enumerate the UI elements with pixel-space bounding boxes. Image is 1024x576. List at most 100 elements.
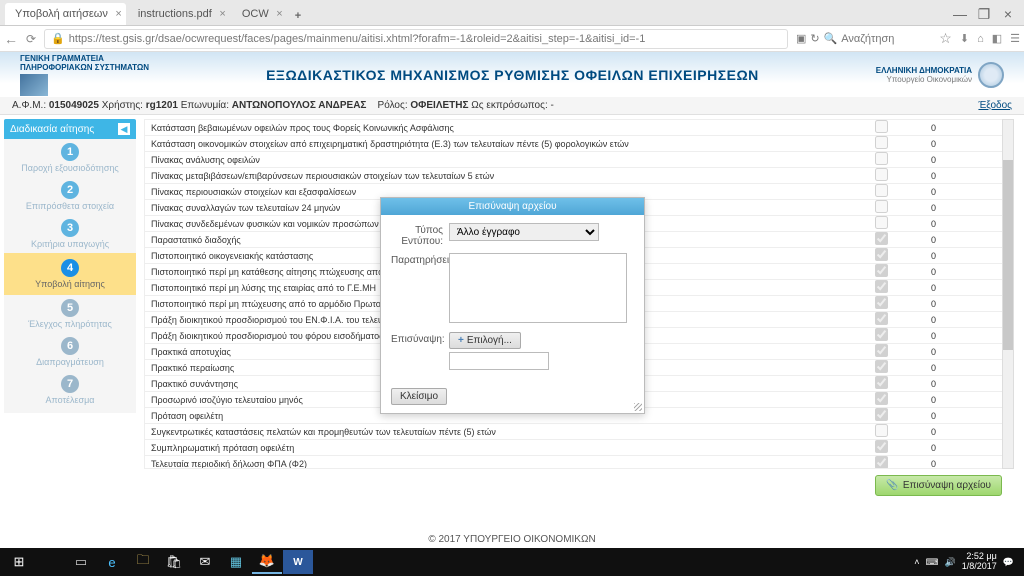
taskbar-clock[interactable]: 2:52 μμ 1/8/2017 <box>962 552 997 572</box>
row-count: 0 <box>925 171 1013 181</box>
row-label: Πίνακας ανάλυσης οφειλών <box>145 153 837 167</box>
sidebar-step-4[interactable]: 4Υποβολή αίτησης <box>4 253 136 295</box>
seal-icon <box>978 62 1004 88</box>
sidebar-collapse-button[interactable]: ◀ <box>118 123 130 135</box>
file-select-button[interactable]: Επιλογή... <box>449 332 521 349</box>
scrollbar-track[interactable] <box>1002 119 1014 469</box>
new-tab-button[interactable]: + <box>289 7 307 25</box>
start-button[interactable]: ⊞ <box>4 550 34 574</box>
selected-file-field[interactable] <box>449 352 549 370</box>
modal-title: Επισύναψη αρχείου <box>381 198 644 215</box>
cortana-icon[interactable] <box>35 550 65 574</box>
row-checkbox <box>875 200 888 213</box>
explorer-icon[interactable]: 🗀 <box>128 550 158 574</box>
browser-search-input[interactable] <box>841 33 931 45</box>
proxy-label: Ως εκπρόσωπος: <box>471 100 547 111</box>
menu-icon[interactable]: ☰ <box>1010 32 1020 45</box>
notes-textarea[interactable] <box>449 253 627 323</box>
step-label: Διαπραγμάτευση <box>6 357 134 367</box>
close-button[interactable]: Κλείσιμο <box>391 388 447 405</box>
browser-toolbar: ← ⟳ 🔒 https://test.gsis.gr/dsae/ocwreque… <box>0 26 1024 52</box>
row-label: Κατάσταση βεβαιωμένων οφειλών προς τους … <box>145 121 837 135</box>
tab-label: instructions.pdf <box>138 8 212 20</box>
table-row: Κατάσταση οικονομικών στοιχείων από επιχ… <box>145 136 1013 152</box>
windows-taskbar: ⊞ ▭ e 🗀 🛍 ✉ ▦ 🦊 W ˄ ⌨ 🔊 2:52 μμ 1/8/2017… <box>0 548 1024 576</box>
window-minimize[interactable]: — <box>948 3 972 25</box>
row-checkbox <box>875 376 888 389</box>
bookmark-icon[interactable]: ☆ <box>939 30 952 47</box>
browser-tab-3[interactable]: OCW × <box>232 3 287 25</box>
attach-icon: 📎 <box>886 480 898 491</box>
sidebar-step-1[interactable]: 1Παροχή εξουσιοδότησης <box>4 139 136 177</box>
step-label: Επιπρόσθετα στοιχεία <box>6 201 134 211</box>
reader-icon[interactable]: ▣ <box>796 32 806 45</box>
tray-up-icon[interactable]: ˄ <box>914 557 919 567</box>
mail-icon[interactable]: ✉ <box>190 550 220 574</box>
resize-grip[interactable] <box>634 403 642 411</box>
row-checkbox <box>875 456 888 469</box>
table-row: Τελευταία περιοδική δήλωση ΦΠΑ (Φ2)0 <box>145 456 1013 469</box>
store-icon[interactable]: 🛍 <box>159 550 189 574</box>
sidebar-icon[interactable]: ◧ <box>992 32 1002 45</box>
row-count: 0 <box>925 427 1013 437</box>
logo-text-bottom: ΠΛΗΡΟΦΟΡΙΑΚΩΝ ΣΥΣΤΗΜΑΤΩΝ <box>20 63 149 72</box>
sidebar-step-7[interactable]: 7Αποτέλεσμα <box>4 371 136 409</box>
row-checkbox <box>875 216 888 229</box>
attach-file-button[interactable]: 📎 Επισύναψη αρχείου <box>875 475 1002 496</box>
browser-tab-strip: Υποβολή αιτήσεων × instructions.pdf × OC… <box>0 0 1024 26</box>
step-number: 1 <box>61 143 79 161</box>
home-icon[interactable]: ⌂ <box>977 33 984 45</box>
word-icon[interactable]: W <box>283 550 313 574</box>
tray-volume-icon[interactable]: 🔊 <box>945 557 956 568</box>
row-count: 0 <box>925 331 1013 341</box>
row-count: 0 <box>925 251 1013 261</box>
row-count: 0 <box>925 315 1013 325</box>
firefox-icon[interactable]: 🦊 <box>252 550 282 574</box>
document-type-select[interactable]: Άλλo έγγραφο <box>449 223 599 241</box>
close-icon[interactable]: × <box>115 8 121 20</box>
refresh-icon[interactable]: ↻ <box>810 32 819 45</box>
logo-text-top: ΓΕΝΙΚΗ ΓΡΑΜΜΑΤΕΙΑ <box>20 54 149 63</box>
sidebar-header: Διαδικασία αίτησης ◀ <box>4 119 136 139</box>
notification-icon[interactable]: 💬 <box>1003 557 1014 568</box>
role-value: ΟΦΕΙΛΕΤΗΣ <box>410 100 468 111</box>
attach-label: Επισύναψη: <box>391 332 449 370</box>
page-title: ΕΞΩΔΙΚΑΣΤΙΚΟΣ ΜΗΧΑΝΙΣΜΟΣ ΡΥΘΜΙΣΗΣ ΟΦΕΙΛΩ… <box>266 67 759 83</box>
browser-tab-2[interactable]: instructions.pdf × <box>128 3 230 25</box>
window-close[interactable]: × <box>996 3 1020 25</box>
sidebar-title: Διαδικασία αίτησης <box>10 124 94 135</box>
address-bar[interactable]: 🔒 https://test.gsis.gr/dsae/ocwrequest/f… <box>44 29 788 49</box>
row-count: 0 <box>925 395 1013 405</box>
window-restore[interactable]: ❐ <box>972 3 996 25</box>
row-checkbox <box>875 248 888 261</box>
photos-icon[interactable]: ▦ <box>221 550 251 574</box>
tray-lang-icon[interactable]: ⌨ <box>926 557 939 568</box>
row-count: 0 <box>925 363 1013 373</box>
sidebar-step-5[interactable]: 5Έλεγχος πληρότητας <box>4 295 136 333</box>
row-checkbox <box>875 280 888 293</box>
row-checkbox <box>875 392 888 405</box>
step-label: Αποτέλεσμα <box>6 395 134 405</box>
attach-file-modal: Επισύναψη αρχείου Τύπος Εντύπου: Άλλo έγ… <box>380 197 645 414</box>
nav-reload-icon[interactable]: ⟳ <box>26 32 36 46</box>
sidebar-step-2[interactable]: 2Επιπρόσθετα στοιχεία <box>4 177 136 215</box>
browser-tab-1[interactable]: Υποβολή αιτήσεων × <box>5 3 126 25</box>
edge-icon[interactable]: e <box>97 550 127 574</box>
name-label: Επωνυμία: <box>181 100 229 111</box>
download-icon[interactable]: ⬇ <box>960 32 969 45</box>
row-count: 0 <box>925 283 1013 293</box>
row-count: 0 <box>925 155 1013 165</box>
sidebar-step-3[interactable]: 3Κριτήρια υπαγωγής <box>4 215 136 253</box>
taskview-icon[interactable]: ▭ <box>66 550 96 574</box>
type-label: Τύπος Εντύπου: <box>391 223 449 247</box>
scrollbar-thumb[interactable] <box>1003 160 1013 350</box>
step-label: Υποβολή αίτησης <box>6 279 134 289</box>
notes-label: Παρατηρήσεις: <box>391 253 449 326</box>
close-icon[interactable]: × <box>276 8 282 20</box>
sidebar-step-6[interactable]: 6Διαπραγμάτευση <box>4 333 136 371</box>
row-label: Πίνακας μεταβιβάσεων/επιβαρύνσεων περιου… <box>145 169 837 183</box>
close-icon[interactable]: × <box>219 8 225 20</box>
logout-link[interactable]: Έξοδος <box>978 100 1012 111</box>
row-checkbox <box>875 168 888 181</box>
nav-back-icon[interactable]: ← <box>4 31 18 47</box>
